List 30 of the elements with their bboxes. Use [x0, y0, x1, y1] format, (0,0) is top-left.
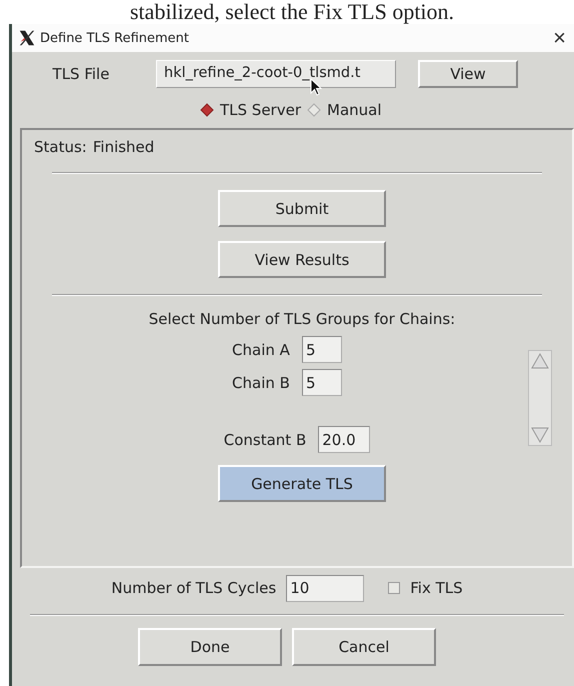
constant-b-label: Constant B [224, 430, 306, 448]
chain-input[interactable]: 5 [302, 369, 342, 396]
footer-button[interactable]: Done [138, 628, 282, 666]
scroll-bar[interactable] [528, 350, 552, 446]
groups-heading: Select Number of TLS Groups for Chains: [148, 310, 456, 328]
scroll-up-icon[interactable] [529, 351, 551, 371]
chain-label: Chain A [232, 340, 290, 358]
caption-text: stabilized, select the Fix TLS option. [129, 0, 456, 24]
view-button[interactable]: View [418, 60, 518, 88]
cycles-label: Number of TLS Cycles [111, 579, 276, 597]
generate-tls-button[interactable]: Generate TLS [218, 465, 386, 502]
fix-tls-label: Fix TLS [410, 579, 463, 597]
constant-b-input[interactable]: 20.0 [318, 426, 370, 453]
tls-file-label: TLS File [52, 65, 110, 83]
footer-button[interactable]: Cancel [292, 628, 436, 666]
scroll-down-icon[interactable] [529, 425, 551, 445]
close-button[interactable]: × [551, 27, 568, 49]
fix-tls-checkbox[interactable] [388, 582, 400, 594]
radio-option[interactable]: TLS Server [200, 101, 301, 119]
tls-file-field[interactable]: hkl_refine_2-coot-0_tlsmd.t [156, 60, 396, 88]
chain-label: Chain B [232, 374, 290, 392]
action-button[interactable]: Submit [218, 190, 386, 227]
x-logo-icon [18, 29, 36, 47]
cycles-input[interactable]: 10 [286, 574, 364, 602]
window-title: Define TLS Refinement [40, 30, 190, 46]
radio-option[interactable]: Manual [307, 101, 382, 119]
chain-input[interactable]: 5 [302, 336, 342, 363]
status-value: Finished [92, 138, 154, 156]
status-label: Status: [34, 138, 87, 156]
action-button[interactable]: View Results [218, 241, 386, 278]
